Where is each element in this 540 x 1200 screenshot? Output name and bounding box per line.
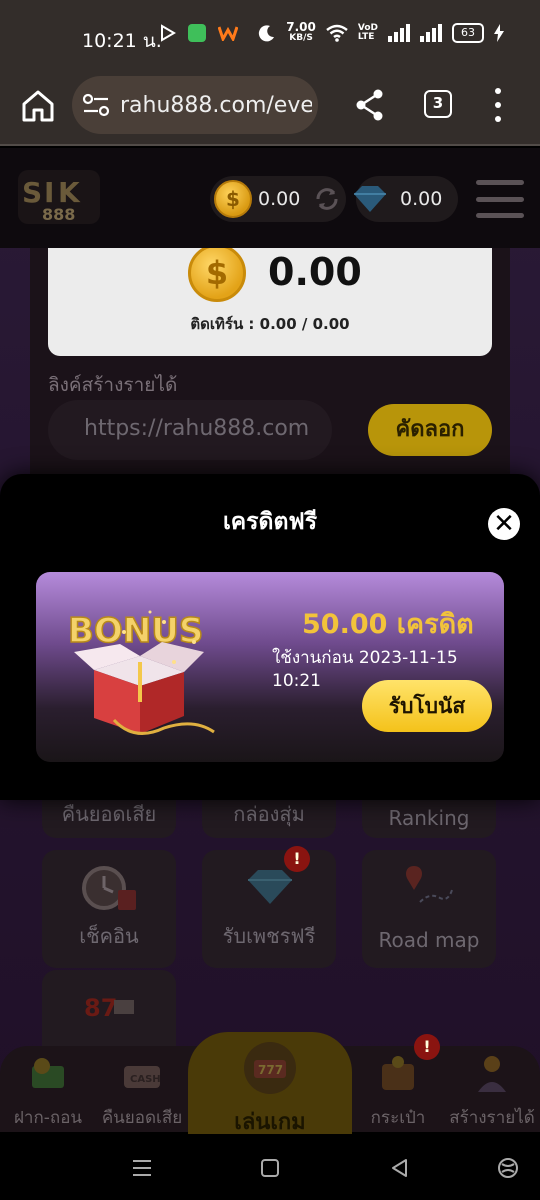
slot-machine-icon: 777 bbox=[244, 1042, 296, 1094]
balance-card: $ 0.00 ติดเทิร์น : 0.00 / 0.00 bbox=[48, 244, 492, 356]
cashback-icon: CASH bbox=[124, 1066, 161, 1088]
nav-play-games[interactable]: 777 เล่นเกม bbox=[188, 1032, 352, 1135]
referral-link-field[interactable]: https://rahu888.com bbox=[48, 400, 332, 460]
home-button-icon[interactable] bbox=[258, 1156, 282, 1180]
bonus-amount: 50.00 เครดิต bbox=[302, 609, 474, 640]
nav-label: กระเป๋า bbox=[370, 1108, 426, 1128]
notification-icons bbox=[160, 24, 238, 42]
battery-icon: 63 bbox=[452, 23, 484, 43]
svg-text:87: 87 bbox=[84, 994, 117, 1022]
coin-icon: $ bbox=[188, 244, 246, 302]
nav-label: ฝาก-ถอน bbox=[13, 1108, 83, 1128]
chat-app-icon bbox=[188, 24, 206, 42]
assistant-icon[interactable] bbox=[496, 1156, 520, 1180]
svg-text:CASH: CASH bbox=[130, 1074, 161, 1085]
site-logo[interactable]: S I K 888 bbox=[16, 168, 102, 226]
coin-balance: 0.00 bbox=[258, 188, 301, 210]
menu-tile-free-diamond[interactable]: รับเพชรฟรี bbox=[202, 850, 336, 968]
people-icon bbox=[478, 1056, 506, 1092]
clock: 10:21 น. bbox=[82, 30, 162, 52]
system-status-icons: 7.00 KB/S VoD LTE 63 bbox=[258, 20, 504, 44]
diamond-balance: 0.00 bbox=[400, 188, 443, 210]
menu-tile-check-in[interactable]: เช็คอิน bbox=[42, 850, 176, 968]
net-speed: 7.00 KB/S bbox=[286, 20, 316, 43]
address-bar[interactable]: rahu888.com/eve bbox=[72, 76, 318, 134]
system-navigation-bar bbox=[0, 1134, 540, 1200]
play-icon bbox=[161, 24, 176, 42]
browser-toolbar: rahu888.com/eve 3 bbox=[0, 72, 540, 146]
browser-menu-button[interactable] bbox=[490, 88, 506, 122]
notification-badge: ! bbox=[284, 846, 310, 872]
diamond-icon bbox=[354, 186, 386, 212]
url-text: rahu888.com/eve bbox=[120, 93, 312, 118]
home-icon[interactable] bbox=[18, 86, 58, 126]
recent-apps-icon[interactable] bbox=[130, 1156, 154, 1180]
money-icon bbox=[32, 1058, 64, 1088]
free-credit-modal: เครดิตฟรี ✕ BONUS 50.00 เครดิต ใช้งานก่อ… bbox=[0, 474, 540, 800]
wallet-icon bbox=[382, 1056, 414, 1090]
hamburger-menu-icon[interactable] bbox=[476, 180, 524, 218]
copy-button[interactable]: คัดลอก bbox=[368, 404, 492, 456]
claim-bonus-button[interactable]: รับโบนัส bbox=[362, 680, 492, 732]
volte-badge: VoD LTE bbox=[357, 23, 378, 42]
referral-link-label: ลิงค์สร้างรายได้ bbox=[48, 374, 178, 396]
svg-text:S: S bbox=[22, 176, 42, 209]
w-app-icon bbox=[218, 26, 238, 41]
site-settings-icon[interactable] bbox=[82, 92, 110, 118]
share-icon[interactable] bbox=[354, 88, 386, 122]
tab-switcher-button[interactable]: 3 bbox=[424, 90, 452, 118]
turnover-text: ติดเทิร์น : 0.00 / 0.00 bbox=[190, 315, 350, 333]
close-icon[interactable]: ✕ bbox=[488, 508, 520, 540]
nav-cashback[interactable]: CASH คืนยอดเสีย bbox=[94, 1046, 190, 1132]
coin-icon: $ bbox=[214, 180, 252, 218]
coin-wallet[interactable]: $ 0.00 bbox=[210, 176, 346, 222]
nav-label: คืนยอดเสีย bbox=[101, 1108, 183, 1128]
back-icon[interactable] bbox=[388, 1156, 412, 1180]
wallet-notification-badge: ! bbox=[414, 1034, 440, 1060]
bonus-gift-box-icon: BONUS bbox=[67, 610, 215, 735]
signal-1-icon bbox=[388, 24, 410, 42]
menu-tile-label: รับเพชรฟรี bbox=[222, 924, 316, 948]
svg-text:888: 888 bbox=[42, 205, 75, 224]
nav-label: สร้างรายได้ bbox=[449, 1108, 535, 1128]
wifi-icon bbox=[326, 24, 348, 42]
bonus-word: BONUS bbox=[68, 611, 203, 651]
diamond-wallet[interactable]: 0.00 bbox=[354, 176, 458, 222]
refresh-icon[interactable] bbox=[314, 186, 340, 212]
status-bar: 10:21 น. 7.00 KB/S VoD LTE 63 bbox=[0, 0, 540, 72]
svg-text:777: 777 bbox=[258, 1063, 283, 1077]
signal-2-icon bbox=[420, 24, 442, 42]
nav-earn-income[interactable]: สร้างรายได้ bbox=[444, 1046, 540, 1132]
menu-tile-label: เช็คอิน bbox=[79, 924, 139, 948]
bonus-card: BONUS 50.00 เครดิต ใช้งานก่อน 2023-11-15… bbox=[36, 572, 504, 762]
nav-deposit-withdraw[interactable]: ฝาก-ถอน bbox=[0, 1046, 96, 1132]
map-pin-icon bbox=[406, 866, 453, 903]
balance-amount: 0.00 bbox=[268, 250, 362, 294]
menu-tile-label: Road map bbox=[378, 928, 480, 952]
site-header: S I K 888 $ 0.00 0.00 bbox=[0, 148, 540, 248]
menu-tile-road-map[interactable]: Road map bbox=[362, 850, 496, 968]
modal-title: เครดิตฟรี bbox=[222, 509, 318, 535]
charging-icon bbox=[494, 24, 504, 42]
moon-icon bbox=[259, 25, 275, 42]
clock-calendar-icon bbox=[82, 866, 136, 910]
87hd-logo-icon: 87 bbox=[84, 994, 134, 1022]
